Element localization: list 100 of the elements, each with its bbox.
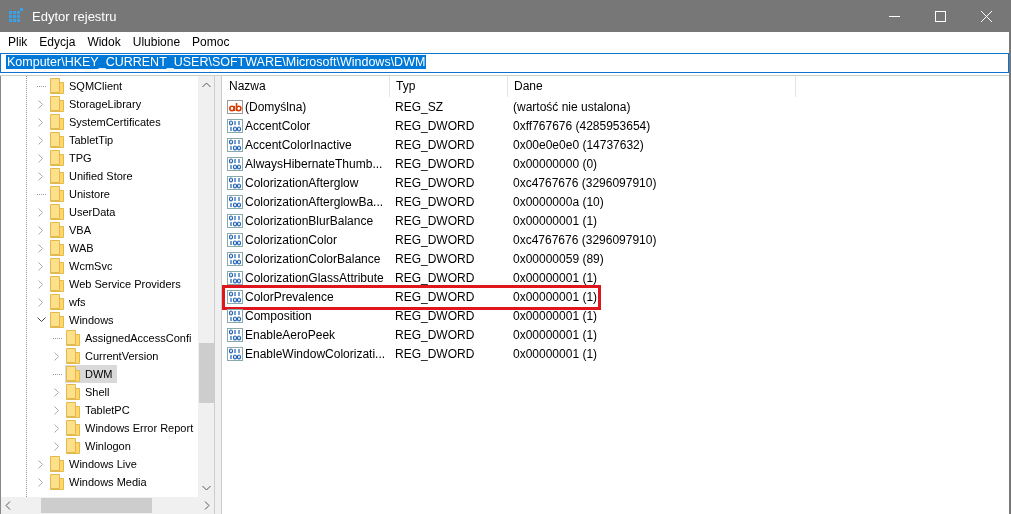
folder-icon	[66, 348, 80, 364]
expand-chevron-icon[interactable]	[38, 279, 44, 289]
value-name[interactable]: EnableAeroPeek	[245, 327, 336, 342]
scroll-up-icon[interactable]	[201, 82, 211, 88]
tree-item[interactable]: StorageLibrary	[49, 95, 146, 113]
expand-chevron-icon[interactable]	[38, 261, 44, 271]
string-value-icon	[227, 99, 243, 114]
tree-item[interactable]: DWM	[65, 365, 117, 383]
tree-item[interactable]: WAB	[49, 239, 98, 257]
folder-icon	[50, 186, 64, 202]
expand-chevron-icon[interactable]	[38, 117, 44, 127]
value-name[interactable]: AccentColor	[245, 118, 311, 133]
value-name[interactable]: ColorizationAfterglowBa...	[245, 194, 384, 209]
menu-item[interactable]: Widok	[80, 34, 126, 49]
value-name[interactable]: ColorizationColorBalance	[245, 251, 381, 266]
binary-value-icon	[227, 118, 243, 133]
expand-chevron-icon[interactable]	[54, 441, 60, 451]
value-name[interactable]: ColorizationGlassAttribute	[245, 270, 384, 285]
binary-value-icon	[227, 346, 243, 361]
column-header[interactable]: Typ	[390, 76, 508, 97]
pane-splitter[interactable]	[214, 76, 222, 514]
tree-item[interactable]: VBA	[49, 221, 95, 239]
tree-item[interactable]: SQMClient	[49, 77, 127, 95]
value-name[interactable]: AlwaysHibernateThumb...	[245, 156, 383, 171]
expand-chevron-icon[interactable]	[38, 135, 44, 145]
value-name[interactable]: Composition	[245, 308, 312, 323]
expand-chevron-icon[interactable]	[38, 225, 44, 235]
expand-chevron-icon[interactable]	[38, 171, 44, 181]
value-type: REG_DWORD	[394, 118, 476, 133]
column-header[interactable]: Nazwa	[223, 76, 390, 97]
value-name[interactable]: AccentColorInactive	[245, 137, 352, 152]
scroll-left-icon[interactable]	[5, 501, 11, 510]
close-icon	[980, 10, 992, 22]
value-data: 0xc4767676 (3296097910)	[512, 175, 657, 190]
value-data: 0x0000000a (10)	[512, 194, 604, 209]
collapse-chevron-icon[interactable]	[36, 317, 46, 323]
value-type: REG_SZ	[394, 99, 444, 114]
address-field[interactable]: Komputer\HKEY_CURRENT_USER\SOFTWARE\Microsoft\Windows\DWM	[6, 55, 427, 69]
folder-icon	[50, 78, 64, 94]
value-name[interactable]: ColorPrevalence	[245, 289, 334, 304]
tree-item[interactable]: Unistore	[49, 185, 114, 203]
expand-chevron-icon[interactable]	[54, 405, 60, 415]
menu-item[interactable]: Plik	[1, 34, 33, 49]
value-name[interactable]: ColorizationBlurBalance	[245, 213, 374, 228]
menu-item[interactable]: Edycja	[32, 34, 81, 49]
scroll-right-icon[interactable]	[204, 501, 210, 510]
folder-icon	[50, 276, 64, 292]
value-data: 0x00000001 (1)	[512, 289, 598, 304]
tree-item[interactable]: Web Service Providers	[49, 275, 185, 293]
scroll-thumb[interactable]	[41, 498, 152, 513]
binary-value-icon	[227, 308, 243, 323]
maximize-icon	[934, 10, 946, 22]
value-name[interactable]: ColorizationColor	[245, 232, 338, 247]
scroll-thumb[interactable]	[198, 343, 214, 403]
folder-icon	[50, 222, 64, 238]
tree-item[interactable]: wfs	[49, 293, 90, 311]
expand-chevron-icon[interactable]	[38, 477, 44, 487]
tree-item[interactable]: Windows Error Report	[65, 419, 198, 437]
expand-chevron-icon[interactable]	[38, 99, 44, 109]
expand-chevron-icon[interactable]	[54, 387, 60, 397]
horizontal-scrollbar[interactable]	[1, 497, 214, 514]
tree-item[interactable]: Windows Media	[49, 473, 151, 491]
folder-icon	[50, 96, 64, 112]
value-type: REG_DWORD	[394, 270, 476, 285]
tree-item[interactable]: Shell	[65, 383, 114, 401]
tree-item[interactable]: TabletTip	[49, 131, 118, 149]
tree-item[interactable]: WcmSvc	[49, 257, 117, 275]
tree-item[interactable]: CurrentVersion	[65, 347, 163, 365]
folder-icon	[66, 420, 80, 436]
tree-item[interactable]: Unified Store	[49, 167, 137, 185]
scroll-down-icon[interactable]	[201, 485, 211, 491]
tree-item[interactable]: UserData	[49, 203, 120, 221]
expand-chevron-icon[interactable]	[38, 243, 44, 253]
value-data: 0xff767676 (4285953654)	[512, 118, 651, 133]
expand-chevron-icon[interactable]	[38, 207, 44, 217]
tree-item[interactable]: AssignedAccessConfi	[65, 329, 196, 347]
expand-chevron-icon[interactable]	[38, 459, 44, 469]
expand-chevron-icon[interactable]	[38, 297, 44, 307]
expand-chevron-icon[interactable]	[38, 153, 44, 163]
tree-item[interactable]: TPG	[49, 149, 96, 167]
value-name[interactable]: EnableWindowColorizati...	[245, 346, 386, 361]
binary-value-icon	[227, 327, 243, 342]
value-data: 0x00000001 (1)	[512, 270, 598, 285]
binary-value-icon	[227, 270, 243, 285]
menu-item[interactable]: Pomoc	[185, 34, 235, 49]
tree-item[interactable]: Windows	[49, 311, 118, 329]
value-data: 0x00000001 (1)	[512, 346, 598, 361]
value-name[interactable]: (Domyślna)	[245, 99, 307, 114]
value-type: REG_DWORD	[394, 213, 476, 228]
tree-item[interactable]: Windows Live	[49, 455, 141, 473]
tree-item[interactable]: TabletPC	[65, 401, 134, 419]
expand-chevron-icon[interactable]	[54, 423, 60, 433]
vertical-scrollbar[interactable]	[198, 76, 214, 497]
menu-item[interactable]: Ulubione	[125, 34, 186, 49]
column-header[interactable]: Dane	[508, 76, 796, 97]
folder-icon	[66, 330, 80, 346]
tree-item[interactable]: Winlogon	[65, 437, 135, 455]
tree-item[interactable]: SystemCertificates	[49, 113, 165, 131]
expand-chevron-icon[interactable]	[54, 351, 60, 361]
value-name[interactable]: ColorizationAfterglow	[245, 175, 359, 190]
